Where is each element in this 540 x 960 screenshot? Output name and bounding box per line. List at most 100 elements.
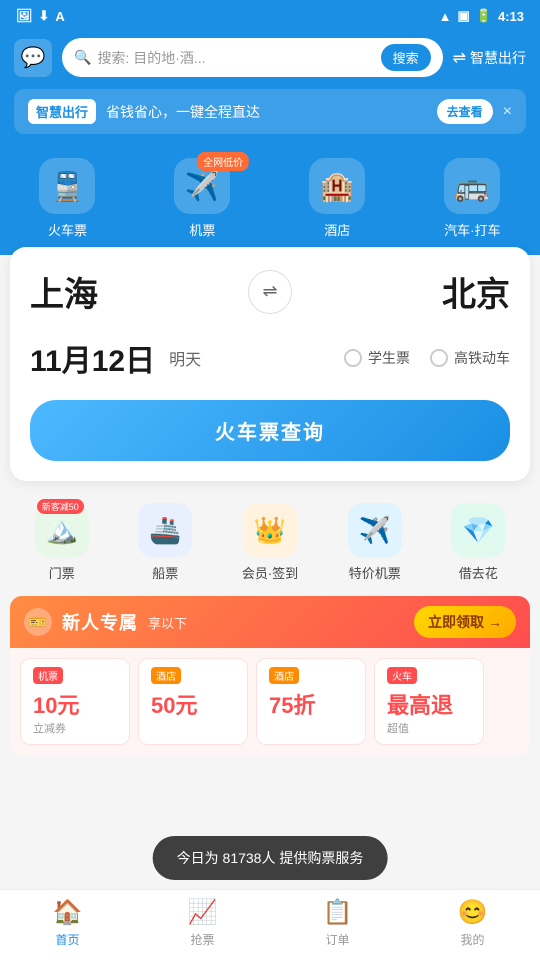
search-icon: 🔍 <box>74 49 91 66</box>
profile-icon: 😊 <box>458 898 488 927</box>
student-label: 学生票 <box>368 348 410 368</box>
ticket-icon: 🎫 <box>29 614 46 631</box>
train-label: 火车票 <box>48 220 87 239</box>
swap-cities-button[interactable]: ⇌ <box>248 270 292 314</box>
ferry-icon: 🚢 <box>138 503 192 557</box>
banner-close-button[interactable]: × <box>503 103 512 121</box>
loan-label: 借去花 <box>459 563 498 582</box>
promo-cta-label: 立即领取 <box>428 612 484 632</box>
date-row: 11月12日 明天 学生票 高铁动车 <box>30 336 510 380</box>
quick-scenic[interactable]: 新客减50 🏔️ 门票 <box>35 503 89 582</box>
nav-train[interactable]: 🚆 火车票 <box>39 158 95 239</box>
promo-card-amount-flight: 10元 <box>33 688 117 720</box>
bottom-nav-grab[interactable]: 📈 抢票 <box>173 898 233 948</box>
promo-card-hotel2[interactable]: 酒店 75折 <box>256 658 366 745</box>
smart-travel-button[interactable]: ⇌ 智慧出行 <box>453 48 526 68</box>
student-radio[interactable] <box>344 349 362 367</box>
promo-card-tag-flight: 机票 <box>33 667 63 684</box>
member-label: 会员·签到 <box>242 563 298 582</box>
download-icon: ⬇ <box>39 8 50 24</box>
bottom-nav: 🏠 首页 📈 抢票 📋 订单 😊 我的 <box>0 889 540 960</box>
home-label: 首页 <box>55 931 79 948</box>
promo-logo: 🎫 <box>24 608 52 636</box>
orders-label: 订单 <box>325 931 349 948</box>
status-right-icons: ▲ ▣ 🔋 4:13 <box>439 8 524 24</box>
banner-tag: 智慧出行 <box>28 99 96 124</box>
time-display: 4:13 <box>498 9 524 24</box>
promo-subtitle: 享以下 <box>148 613 404 632</box>
quick-ferry[interactable]: 🚢 船票 <box>138 503 192 582</box>
promo-card-hotel1[interactable]: 酒店 50元 <box>138 658 248 745</box>
new-user-promo: 🎫 新人专属 享以下 立即领取 → 机票 10元 立减券 酒店 50元 酒店 7 <box>10 596 530 755</box>
train-icon: 🚆 <box>39 158 95 214</box>
to-city[interactable]: 北京 <box>442 267 510 316</box>
nav-flight[interactable]: ✈️ 全网低价 机票 <box>174 158 230 239</box>
promo-cta-button[interactable]: 立即领取 → <box>414 606 516 638</box>
promo-card-flight[interactable]: 机票 10元 立减券 <box>20 658 130 745</box>
quick-loan[interactable]: 💎 借去花 <box>451 503 505 582</box>
search-bar[interactable]: 🔍 搜索: 目的地·酒... 搜索 <box>62 38 443 77</box>
swap-icon: ⇌ <box>453 48 466 68</box>
route-row: 上海 ⇌ 北京 <box>30 267 510 316</box>
search-placeholder-text: 搜索: 目的地·酒... <box>97 48 374 68</box>
gaotie-label: 高铁动车 <box>454 348 510 368</box>
ticket-options: 学生票 高铁动车 <box>344 348 510 368</box>
header: 💬 🔍 搜索: 目的地·酒... 搜索 ⇌ 智慧出行 <box>0 30 540 89</box>
wifi-icon: ▲ <box>439 9 452 24</box>
chat-icon-button[interactable]: 💬 <box>14 39 52 77</box>
promo-card-tag-train: 火车 <box>387 667 417 684</box>
status-bar: 🖼 ⬇ A ▲ ▣ 🔋 4:13 <box>0 0 540 30</box>
nav-hotel[interactable]: 🏨 酒店 <box>309 158 365 239</box>
promo-header: 🎫 新人专属 享以下 立即领取 → <box>10 596 530 648</box>
chat-icon: 💬 <box>21 45 46 70</box>
discount-flight-label: 特价机票 <box>349 563 401 582</box>
bus-icon: 🚌 <box>444 158 500 214</box>
nav-bus[interactable]: 🚌 汽车·打车 <box>444 158 500 239</box>
grab-label: 抢票 <box>190 931 214 948</box>
date-sub-label: 明天 <box>169 346 201 370</box>
banner-cta-button[interactable]: 去查看 <box>437 99 493 124</box>
toast-message: 今日为 81738人 提供购票服务 <box>153 836 388 880</box>
scenic-label: 门票 <box>49 563 75 582</box>
promo-cards-row: 机票 10元 立减券 酒店 50元 酒店 75折 火车 最高退 超值 <box>10 648 530 755</box>
quick-access-row: 新客减50 🏔️ 门票 🚢 船票 👑 会员·签到 ✈️ 特价机票 💎 借去花 <box>0 489 540 592</box>
category-nav: 🚆 火车票 ✈️ 全网低价 机票 🏨 酒店 🚌 汽车·打车 <box>0 148 540 255</box>
gaotie-option[interactable]: 高铁动车 <box>430 348 510 368</box>
date-picker[interactable]: 11月12日 <box>30 336 155 380</box>
promo-card-train[interactable]: 火车 最高退 超值 <box>374 658 484 745</box>
discount-flight-icon: ✈️ <box>348 503 402 557</box>
from-city[interactable]: 上海 <box>30 267 98 316</box>
quick-discount-flight[interactable]: ✈️ 特价机票 <box>348 503 402 582</box>
member-icon: 👑 <box>243 503 297 557</box>
flight-label: 机票 <box>189 220 215 239</box>
loan-icon: 💎 <box>451 503 505 557</box>
hotel-icon: 🏨 <box>309 158 365 214</box>
flight-badge: 全网低价 <box>197 152 249 171</box>
train-search-card: 上海 ⇌ 北京 11月12日 明天 学生票 高铁动车 火车票查询 <box>10 247 530 481</box>
grab-icon: 📈 <box>188 898 218 927</box>
promo-banner: 智慧出行 省钱省心，一键全程直达 去查看 × <box>0 89 540 148</box>
promo-card-desc-flight: 立减券 <box>33 720 117 736</box>
promo-title: 新人专属 <box>62 609 138 635</box>
profile-label: 我的 <box>460 931 484 948</box>
toast-text: 今日为 81738人 提供购票服务 <box>177 850 364 866</box>
search-button[interactable]: 搜索 <box>381 44 431 71</box>
orders-icon: 📋 <box>323 898 353 927</box>
bottom-nav-orders[interactable]: 📋 订单 <box>308 898 368 948</box>
student-ticket-option[interactable]: 学生票 <box>344 348 410 368</box>
gaotie-radio[interactable] <box>430 349 448 367</box>
smart-travel-label: 智慧出行 <box>470 48 526 68</box>
search-train-button[interactable]: 火车票查询 <box>30 400 510 461</box>
status-left-icons: 🖼 ⬇ A <box>16 8 65 24</box>
promo-card-desc-train: 超值 <box>387 720 471 736</box>
ferry-label: 船票 <box>152 563 178 582</box>
bus-label: 汽车·打车 <box>444 220 500 239</box>
banner-text: 省钱省心，一键全程直达 <box>106 102 427 122</box>
bottom-nav-profile[interactable]: 😊 我的 <box>443 898 503 948</box>
promo-card-amount-hotel1: 50元 <box>151 688 235 720</box>
promo-card-amount-train: 最高退 <box>387 688 471 720</box>
bottom-nav-home[interactable]: 🏠 首页 <box>38 898 98 948</box>
promo-cta-arrow: → <box>488 614 502 630</box>
quick-member[interactable]: 👑 会员·签到 <box>242 503 298 582</box>
battery-icon: 🔋 <box>476 8 492 24</box>
